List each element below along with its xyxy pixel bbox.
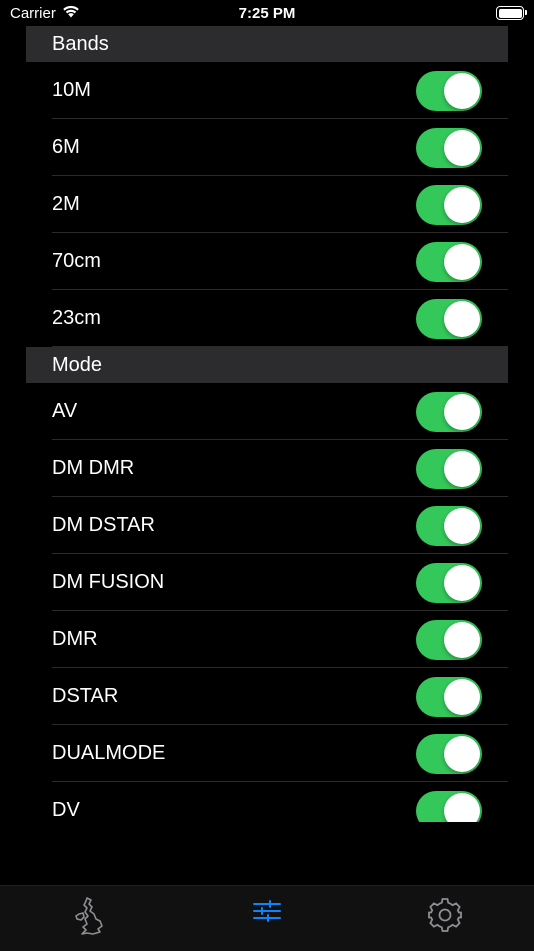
toggle-knob	[444, 678, 480, 715]
section-header: Mode	[26, 347, 508, 383]
list-item: 23cm	[26, 290, 508, 347]
list-item-label: DM FUSION	[52, 571, 165, 593]
list-item: 2M	[26, 176, 508, 233]
list-item: DSTAR	[26, 668, 508, 725]
toggle-switch[interactable]	[416, 676, 482, 717]
toggle-switch[interactable]	[416, 184, 482, 225]
battery-icon	[496, 6, 527, 20]
tab-settings[interactable]	[385, 886, 505, 951]
list-item: 10M	[26, 62, 508, 119]
tab-filters[interactable]	[207, 886, 327, 951]
list-item-label: 70cm	[52, 250, 101, 272]
toggle-switch[interactable]	[416, 448, 482, 489]
list-item-label: DM DMR	[52, 457, 135, 479]
toggle-switch[interactable]	[416, 790, 482, 822]
list-item-label: 2M	[52, 193, 80, 215]
toggle-knob	[444, 621, 480, 658]
toggle-switch[interactable]	[416, 619, 482, 660]
list-item: AV	[26, 383, 508, 440]
toggle-switch[interactable]	[416, 241, 482, 282]
toggle-knob	[444, 735, 480, 772]
list-item-label: 10M	[52, 79, 91, 101]
toggle-switch[interactable]	[416, 562, 482, 603]
settings-list[interactable]: Bands 10M 6M 2M 70cm 23cm Mode AV DM DMR DM DSTAR…	[26, 26, 508, 822]
uk-map-icon	[73, 896, 107, 951]
toggle-knob	[444, 393, 480, 430]
status-bar: Carrier 7:25 PM	[0, 0, 534, 28]
gear-icon	[426, 896, 464, 951]
list-item: 70cm	[26, 233, 508, 290]
list-item: DMR	[26, 611, 508, 668]
toggle-knob	[444, 300, 480, 337]
list-item: 6M	[26, 119, 508, 176]
sliders-icon	[252, 896, 282, 951]
toggle-knob	[444, 792, 480, 822]
tab-map[interactable]	[30, 886, 150, 951]
toggle-switch[interactable]	[416, 127, 482, 168]
list-item: DM DSTAR	[26, 497, 508, 554]
status-time: 7:25 PM	[238, 5, 296, 22]
toggle-knob	[444, 450, 480, 487]
row-divider	[52, 346, 508, 347]
list-item: DV	[26, 782, 508, 822]
list-item-label: AV	[52, 400, 78, 422]
toggle-knob	[444, 507, 480, 544]
list-item-label: DM DSTAR	[52, 514, 155, 536]
toggle-knob	[444, 129, 480, 166]
list-item-label: 6M	[52, 136, 80, 158]
list-item-label: DMR	[52, 628, 98, 650]
toggle-knob	[444, 243, 480, 280]
toggle-knob	[444, 186, 480, 223]
toggle-switch[interactable]	[416, 391, 482, 432]
toggle-knob	[444, 564, 480, 601]
toggle-switch[interactable]	[416, 505, 482, 546]
toggle-knob	[444, 72, 480, 109]
section-header: Bands	[26, 26, 508, 62]
toggle-switch[interactable]	[416, 733, 482, 774]
toggle-switch[interactable]	[416, 298, 482, 339]
list-item: DM DMR	[26, 440, 508, 497]
tab-bar	[0, 885, 534, 951]
list-item: DUALMODE	[26, 725, 508, 782]
list-item: DM FUSION	[26, 554, 508, 611]
list-item-label: DSTAR	[52, 685, 119, 707]
toggle-switch[interactable]	[416, 70, 482, 111]
list-item-label: 23cm	[52, 307, 101, 329]
list-item-label: DUALMODE	[52, 742, 166, 764]
list-item-label: DV	[52, 799, 80, 821]
